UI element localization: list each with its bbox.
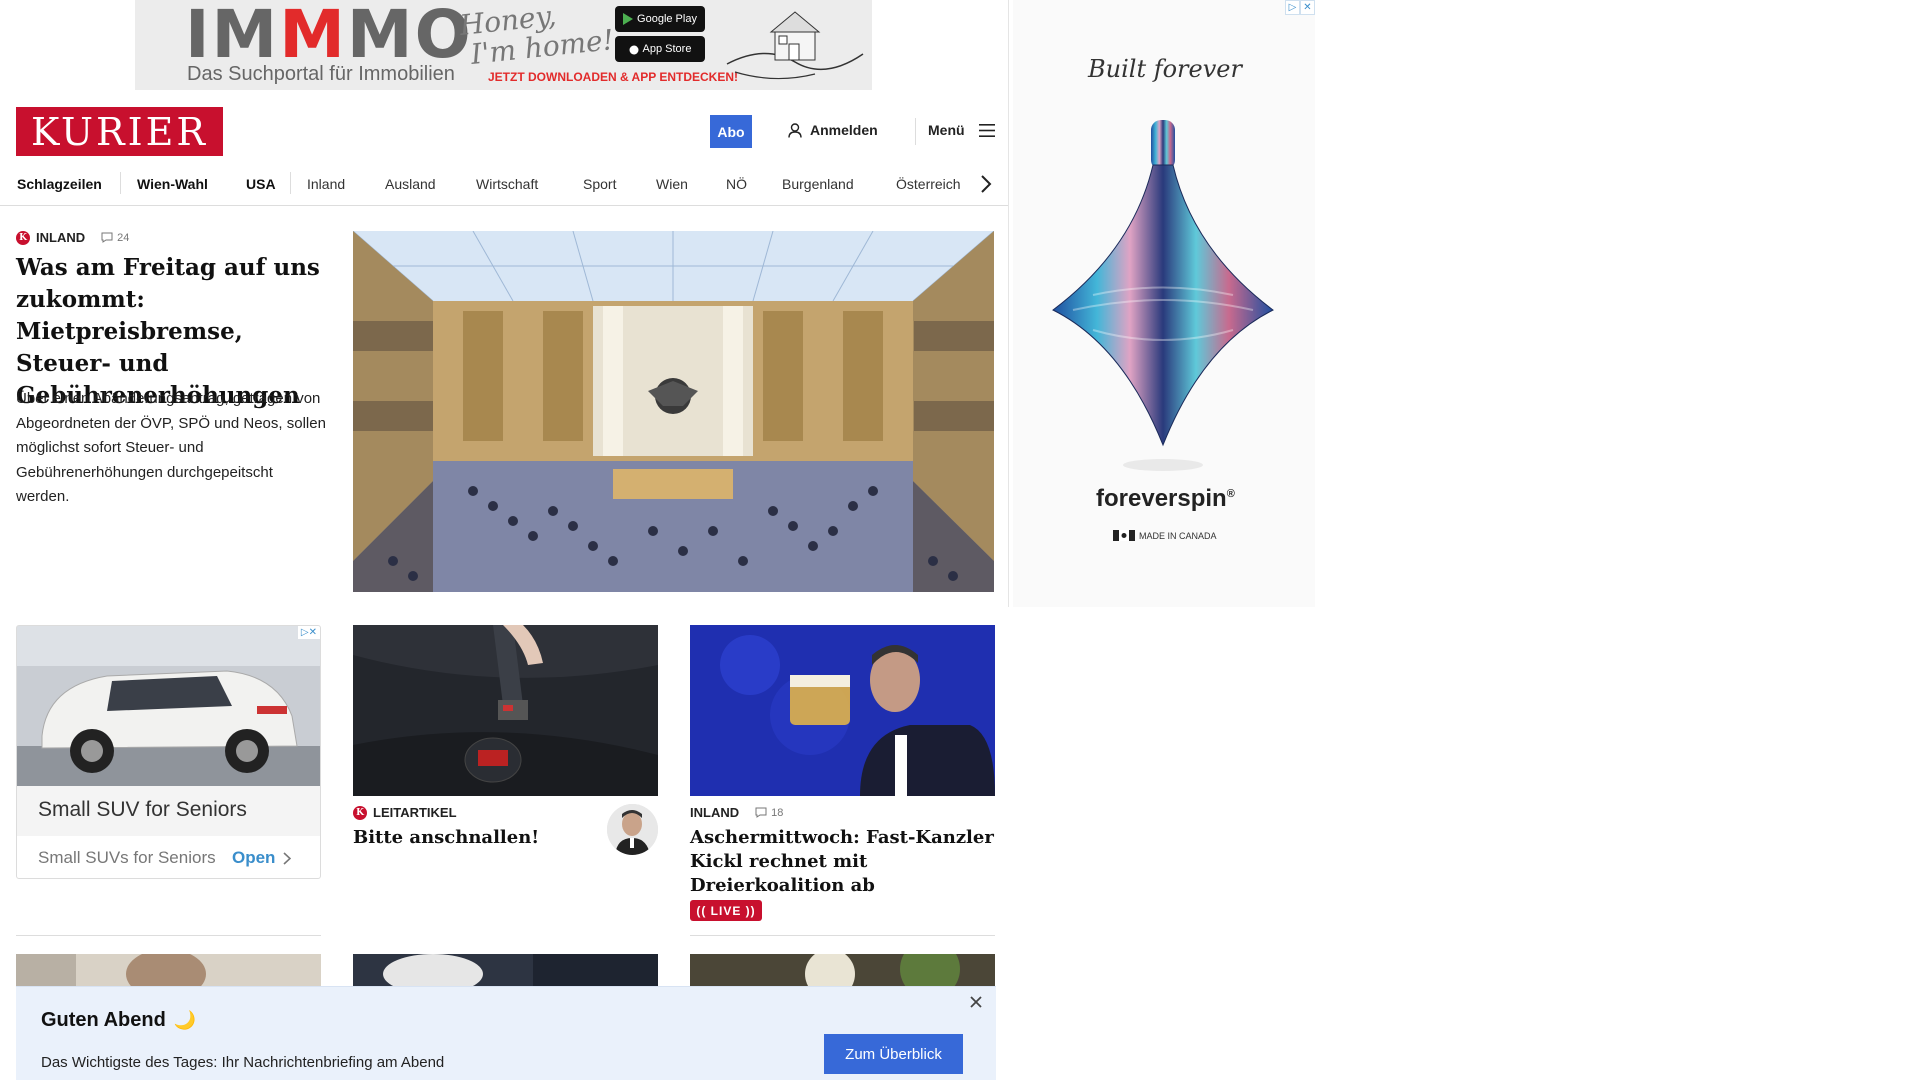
nav-item-schlagzeilen[interactable]: Schlagzeilen (17, 172, 102, 196)
briefing-greeting: Guten Abend 🌙 (41, 1009, 197, 1031)
sponsored-car-image (17, 626, 320, 786)
sidebar-ad[interactable]: ▷ ✕ Built forever foreverspin® MADE IN CA… (1013, 0, 1315, 607)
nav-item-sport[interactable]: Sport (583, 172, 616, 196)
ad-script-text: Honey, I'm home! (458, 0, 616, 71)
close-icon[interactable] (969, 995, 983, 1009)
nav-item-usa[interactable]: USA (246, 172, 276, 196)
inland-meta: INLAND 18 (690, 805, 783, 820)
parliament-illustration (353, 231, 994, 592)
kurier-k-icon: K (16, 230, 30, 245)
comment-icon (101, 232, 113, 243)
lead-image-parliament[interactable] (353, 231, 994, 592)
sponsored-open-link[interactable]: Open (232, 848, 292, 868)
hamburger-icon (978, 123, 995, 137)
nav-item-wirtschaft[interactable]: Wirtschaft (476, 172, 538, 196)
ad-brand-logo: IMMMO (185, 0, 473, 73)
top-banner-ad[interactable]: IMMMO Das Suchportal für Immobilien Hone… (135, 0, 872, 90)
leitartikel-category[interactable]: LEITARTIKEL (373, 805, 457, 820)
comment-icon (755, 807, 767, 818)
ad-brand: foreverspin® (1096, 485, 1235, 512)
nav-item-inland[interactable]: Inland (307, 172, 345, 196)
chevron-right-icon (283, 851, 292, 865)
inland-category[interactable]: INLAND (690, 805, 739, 820)
briefing-description: Das Wichtigste des Tages: Ihr Nachrichte… (41, 1054, 445, 1071)
kurier-k-icon: K (353, 805, 367, 820)
inland-comment-count[interactable]: 18 (755, 807, 783, 819)
ad-cta-text: JETZT DOWNLOADEN & APP ENTDECKEN! (488, 70, 739, 84)
house-in-hand-illustration (726, 11, 864, 80)
ad-tagline: Built forever (1088, 55, 1242, 83)
leitartikel-meta: K LEITARTIKEL (353, 805, 457, 820)
adchoices-icon[interactable]: ▷✕ (297, 626, 320, 639)
google-play-badge[interactable]: Google Play (615, 6, 705, 32)
moon-icon: 🌙 (173, 1010, 197, 1030)
nav-item-wien-wahl[interactable]: Wien-Wahl (137, 172, 208, 196)
page: IMMMO Das Suchportal für Immobilien Hone… (0, 0, 1920, 1080)
site-header: KURIER Abo Anmelden Menü (0, 96, 1008, 164)
lead-comment-count[interactable]: 24 (101, 232, 129, 244)
nav-item-oesterreich[interactable]: Österreich (896, 172, 961, 196)
column-divider (1008, 0, 1009, 607)
nav-separator (290, 172, 291, 194)
inland-headline[interactable]: Aschermittwoch: Fast-Kanzler Kickl rechn… (690, 826, 995, 898)
apple-icon (629, 45, 639, 55)
login-link[interactable]: Anmelden (788, 122, 878, 138)
ad-subtitle: Das Suchportal für Immobilien (187, 63, 455, 85)
kurier-logo[interactable]: KURIER (16, 107, 223, 156)
user-icon (788, 122, 802, 138)
ad-made-in: MADE IN CANADA (1113, 530, 1217, 541)
live-badge: (( LIVE )) (690, 900, 762, 921)
nav-item-noe[interactable]: NÖ (726, 172, 747, 196)
lead-teaser: Über einen Abänderungsantrag, getragen v… (16, 390, 326, 505)
lead-category[interactable]: INLAND (36, 230, 85, 245)
lead-meta: K INLAND 24 (16, 230, 129, 245)
nav-item-ausland[interactable]: Ausland (385, 172, 436, 196)
sponsored-title[interactable]: Small SUV for Seniors (17, 786, 320, 836)
menu-button[interactable]: Menü (928, 122, 995, 138)
canada-flag-icon (1113, 530, 1135, 541)
leitartikel-headline[interactable]: Bitte anschnallen! (353, 826, 593, 850)
seatbelt-image[interactable] (353, 625, 658, 796)
app-store-badge[interactable]: App Store (615, 36, 705, 62)
abo-button[interactable]: Abo (710, 115, 752, 148)
spinning-top-illustration (1052, 120, 1274, 471)
sponsored-source: Small SUVs for Seniors (38, 848, 216, 867)
chevron-right-icon[interactable] (978, 173, 994, 195)
nav-item-burgenland[interactable]: Burgenland (782, 172, 854, 196)
author-avatar[interactable] (607, 804, 658, 855)
row-divider (16, 935, 321, 936)
sponsored-card[interactable]: ▷✕ Small SUV for Seniors Small SUVs for … (16, 625, 321, 879)
adchoices-icon[interactable]: ▷✕ (1285, 0, 1315, 15)
briefing-cta-button[interactable]: Zum Überblick (824, 1034, 963, 1074)
evening-briefing-banner: Guten Abend 🌙 Das Wichtigste des Tages: … (16, 986, 996, 1080)
header-divider (915, 118, 916, 145)
row-divider (690, 935, 995, 936)
nav-item-wien[interactable]: Wien (656, 172, 688, 196)
play-icon (623, 13, 634, 25)
nav-separator (120, 172, 121, 194)
kickl-image[interactable] (690, 625, 995, 796)
category-nav: Schlagzeilen Wien-Wahl USA Inland Auslan… (0, 164, 1008, 206)
